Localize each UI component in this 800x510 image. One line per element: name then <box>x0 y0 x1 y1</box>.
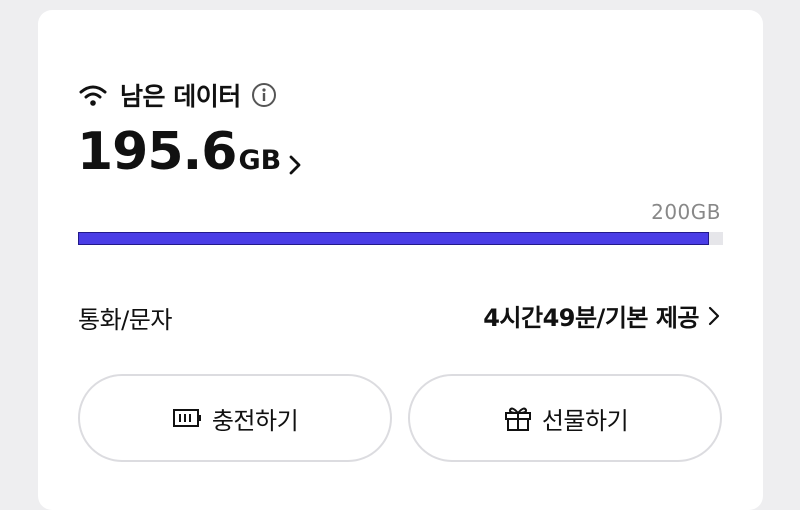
voice-sms-link[interactable]: 4시간49분/기본 제공 <box>483 298 721 333</box>
gift-button-label: 선물하기 <box>541 406 629 435</box>
charge-button-label: 충전하기 <box>211 406 299 435</box>
voice-sms-value: 4시간49분/기본 제공 <box>483 304 699 332</box>
data-title-row: 남은 데이터 <box>78 74 277 116</box>
info-icon[interactable] <box>251 82 277 108</box>
remaining-data-value: 195.6 <box>77 122 237 182</box>
gift-icon <box>504 407 531 431</box>
data-usage-bar-fill <box>78 232 709 245</box>
battery-charge-icon <box>172 409 201 427</box>
remaining-data-unit: GB <box>238 145 282 176</box>
chevron-right-icon <box>708 306 720 325</box>
wifi-icon <box>79 85 107 106</box>
data-usage-bar <box>78 232 723 245</box>
data-title: 남은 데이터 <box>120 82 241 111</box>
charge-button[interactable]: 충전하기 <box>78 374 392 462</box>
chevron-right-icon <box>289 155 301 175</box>
total-data-label: 200GB <box>651 200 721 224</box>
data-card: 남은 데이터 195.6 GB 200GB 통화/문자 4시간49분/기본 제공 <box>38 10 763 510</box>
gift-button[interactable]: 선물하기 <box>408 374 722 462</box>
voice-sms-label: 통화/문자 <box>78 306 172 334</box>
remaining-data-link[interactable]: 195.6 GB <box>77 122 303 192</box>
